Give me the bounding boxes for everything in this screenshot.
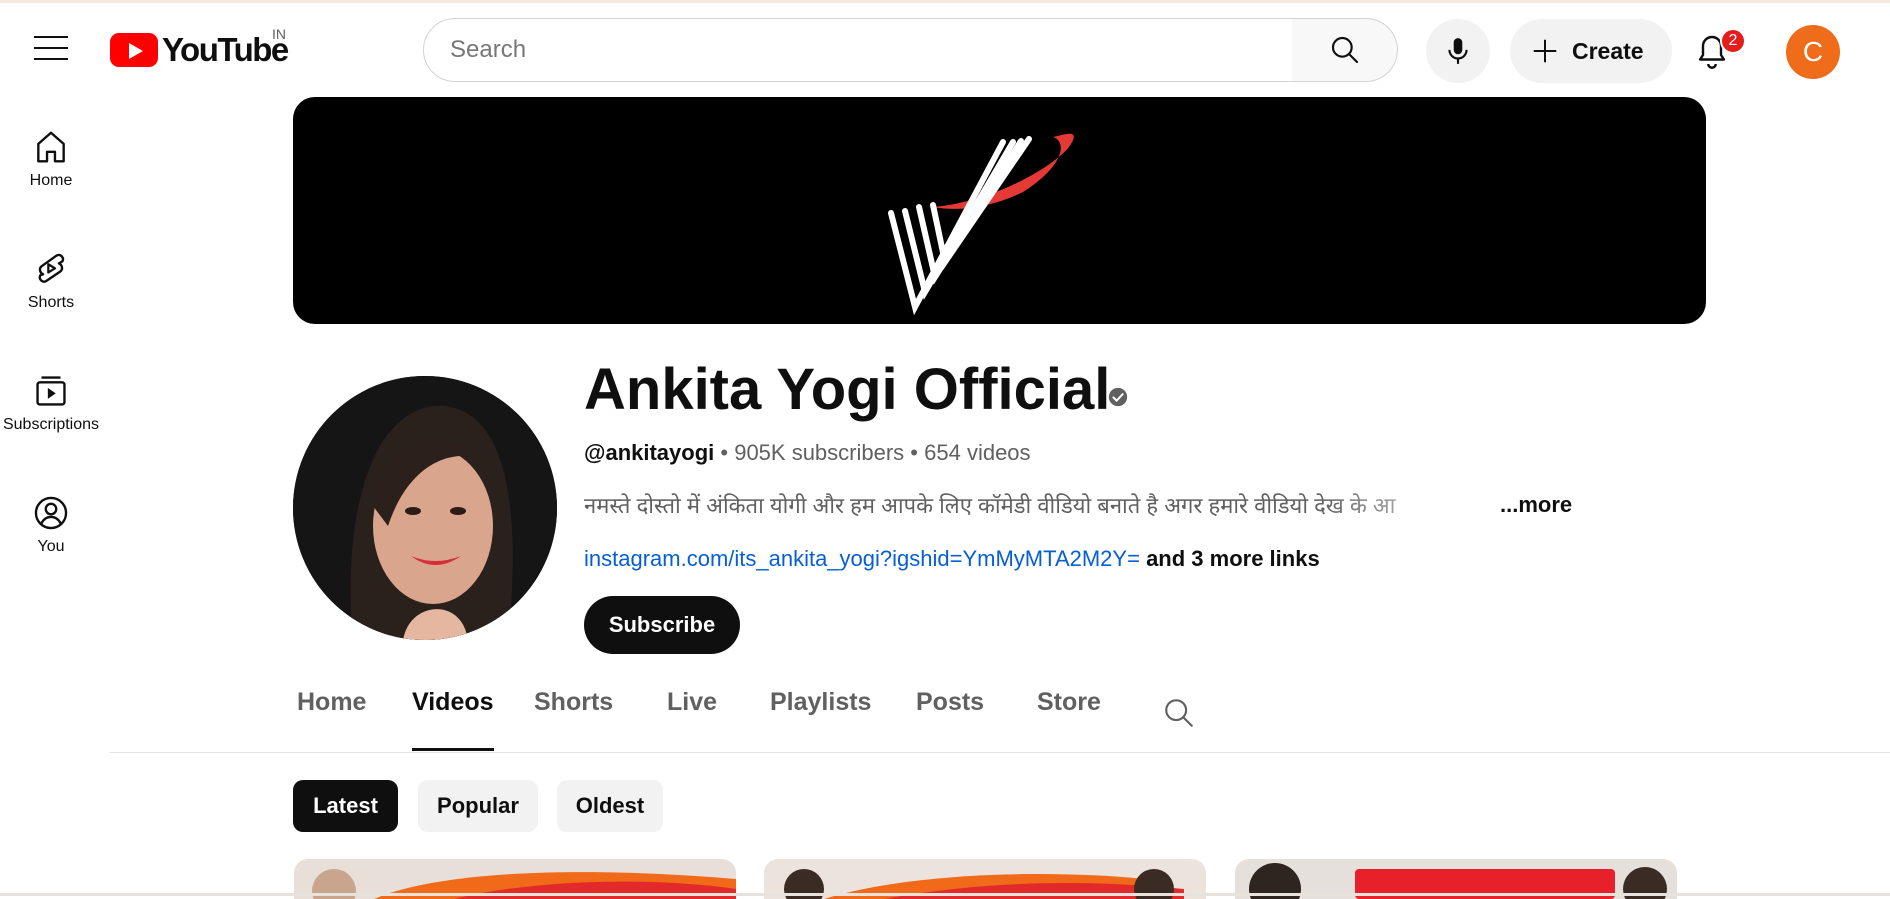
tab-home[interactable]: Home	[297, 688, 366, 717]
tab-store[interactable]: Store	[1037, 688, 1101, 717]
channel-avatar[interactable]	[293, 376, 557, 640]
guide-label-shorts: Shorts	[27, 294, 75, 311]
microphone-icon	[1448, 38, 1468, 64]
tab-posts[interactable]: Posts	[916, 688, 984, 717]
meta-separator: •	[714, 440, 735, 465]
channel-avatar-image	[293, 376, 557, 640]
notification-badge: 2	[1720, 28, 1746, 54]
voice-search-button[interactable]	[1426, 19, 1490, 83]
guide-label-you: You	[37, 538, 65, 555]
home-icon	[37, 131, 65, 163]
search-box	[423, 18, 1296, 82]
shorts-icon	[38, 253, 65, 283]
channel-search-icon[interactable]	[1162, 696, 1196, 730]
guide-label-subscriptions: Subscriptions	[2, 416, 100, 433]
tab-live[interactable]: Live	[667, 688, 717, 717]
country-code: IN	[272, 26, 286, 42]
you-icon	[34, 496, 68, 530]
channel-name: Ankita Yogi Official	[584, 357, 1111, 422]
create-label: Create	[1572, 37, 1644, 64]
subscribe-button[interactable]: Subscribe	[584, 596, 740, 654]
search-icon	[1331, 36, 1358, 64]
video-count: 654 videos	[924, 440, 1031, 465]
search-button[interactable]	[1292, 18, 1398, 82]
channel-banner	[293, 97, 1706, 324]
chip-oldest[interactable]: Oldest	[557, 780, 663, 832]
channel-description[interactable]: नमस्ते दोस्तो में अंकिता योगी और हम आपके…	[584, 490, 1504, 520]
description-more-link[interactable]: ...more	[1500, 492, 1572, 518]
guide-item-shorts[interactable]: Shorts	[0, 232, 102, 332]
account-avatar[interactable]: C	[1786, 25, 1840, 79]
subscriptions-icon	[36, 376, 66, 406]
guide-item-home[interactable]: Home	[0, 110, 102, 210]
youtube-play-icon	[110, 33, 158, 67]
logo-wordmark: YouTube	[162, 31, 289, 68]
guide-label-home: Home	[29, 172, 73, 189]
guide-item-you[interactable]: You	[0, 476, 102, 576]
subscriber-count: 905K subscribers	[734, 440, 905, 465]
verified-badge-icon	[1108, 387, 1128, 407]
guide-item-subscriptions[interactable]: Subscriptions	[0, 354, 102, 454]
tab-playlists[interactable]: Playlists	[770, 688, 871, 717]
create-button[interactable]: Create	[1510, 19, 1672, 83]
notifications-button[interactable]: 2	[1694, 28, 1746, 76]
more-links-button[interactable]: and 3 more links	[1146, 546, 1320, 571]
active-tab-indicator	[412, 748, 494, 751]
channel-banner-logo	[888, 133, 1074, 316]
chip-popular[interactable]: Popular	[418, 780, 538, 832]
masthead: YouTube IN Create 2 C	[0, 0, 1890, 100]
youtube-logo[interactable]: YouTube IN	[110, 26, 289, 72]
meta-separator: •	[904, 440, 925, 465]
search-input[interactable]	[424, 19, 1296, 81]
menu-icon[interactable]	[34, 36, 68, 64]
channel-links: instagram.com/its_ankita_yogi?igshid=YmM…	[584, 546, 1320, 572]
channel-meta: @ankitayogi • 905K subscribers • 654 vid…	[584, 440, 1031, 466]
channel-handle: @ankitayogi	[584, 440, 715, 465]
tab-shorts[interactable]: Shorts	[534, 688, 613, 717]
instagram-link[interactable]: instagram.com/its_ankita_yogi?igshid=YmM…	[584, 546, 1140, 571]
chip-latest[interactable]: Latest	[293, 780, 398, 832]
tabs-divider	[110, 752, 1890, 753]
tab-videos[interactable]: Videos	[412, 688, 494, 717]
plus-icon	[1530, 36, 1560, 66]
